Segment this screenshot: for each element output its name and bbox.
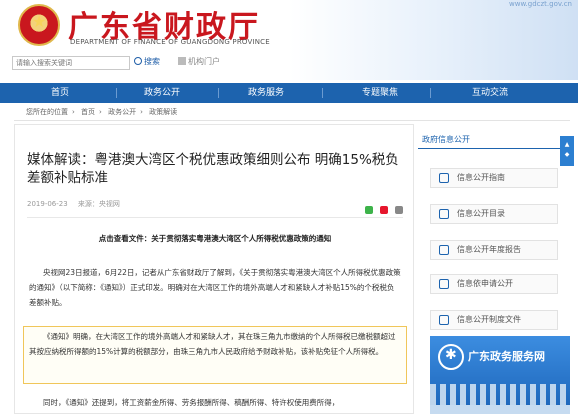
sidebar-item-application[interactable]: 信息依申请公开 xyxy=(430,274,558,294)
portal-icon xyxy=(178,57,186,65)
site-header: 广东省财政厅 DEPARTMENT OF FINANCE OF GUANGDON… xyxy=(0,0,578,80)
nav-home[interactable]: 首页 xyxy=(20,83,100,103)
sidebar-divider xyxy=(418,148,570,149)
nav-divider xyxy=(322,88,323,98)
nav-services[interactable]: 政务服务 xyxy=(226,83,306,103)
search-icon xyxy=(134,57,142,65)
form-icon xyxy=(439,279,449,289)
portal-label: 机构门户 xyxy=(188,57,220,66)
article-paragraph: 同时，《通知》还提到，将工资薪金所得、劳务报酬所得、稿酬所得、特许权使用费所得， xyxy=(43,398,340,407)
nav-topics[interactable]: 专题聚焦 xyxy=(340,83,420,103)
breadcrumb-current[interactable]: 政策解读 xyxy=(149,108,177,116)
article-title: 媒体解读：粤港澳大湾区个税优惠政策细则公布 明确15%税负差额补贴标准 xyxy=(27,152,399,186)
search-button[interactable]: 搜索 xyxy=(134,56,160,67)
print-icon[interactable] xyxy=(395,206,403,214)
site-subtitle: DEPARTMENT OF FINANCE OF GUANGDONG PROVI… xyxy=(70,38,270,46)
portal-link[interactable]: 机构门户 xyxy=(178,56,220,67)
sidebar-item-label: 信息依申请公开 xyxy=(457,279,513,288)
sidebar-item-label: 信息公开指南 xyxy=(457,173,505,182)
list-icon xyxy=(439,209,449,219)
article-source: 来源：央视网 xyxy=(77,200,120,208)
nav-interaction[interactable]: 互动交流 xyxy=(450,83,530,103)
document-icon xyxy=(439,173,449,183)
sidebar-item-regulations[interactable]: 信息公开制度文件 xyxy=(430,310,558,330)
breadcrumb-gov[interactable]: 政务公开 xyxy=(108,108,136,116)
article-paragraph-highlighted: 《通知》明确，在大湾区工作的境外高端人才和紧缺人才，其在珠三角九市缴纳的个人所得… xyxy=(29,332,396,356)
search-button-label: 搜索 xyxy=(144,57,160,66)
gov-service-banner[interactable]: 广东政务服务网 xyxy=(430,336,570,414)
weibo-share-icon[interactable] xyxy=(379,206,388,214)
share-buttons xyxy=(363,199,403,218)
national-emblem-icon xyxy=(18,4,60,46)
top-right-link[interactable]: www.gdczt.gov.cn xyxy=(509,0,572,8)
banner-title: 广东政务服务网 xyxy=(468,350,545,363)
nav-gov-affairs[interactable]: 政务公开 xyxy=(122,83,202,103)
main-nav: 首页 政务公开 政务服务 专题聚焦 互动交流 xyxy=(0,83,578,103)
sidebar-title: 政府信息公开 xyxy=(422,135,470,144)
service-logo-icon xyxy=(438,344,464,370)
breadcrumb-label: 您所在的位置 xyxy=(26,108,68,116)
city-skyline-image xyxy=(430,384,570,414)
file-icon xyxy=(439,315,449,325)
sidebar-item-label: 信息公开制度文件 xyxy=(457,315,521,324)
file-link[interactable]: 点击查看文件：关于贯彻落实粤港澳大湾区个人所得税优惠政策的通知 xyxy=(15,233,413,244)
sidebar-item-guide[interactable]: 信息公开指南 xyxy=(430,168,558,188)
sidebar-item-annual-report[interactable]: 信息公开年度报告 xyxy=(430,240,558,260)
sidebar: 政府信息公开 信息公开指南 信息公开目录 信息公开年度报告 信息依申请公开 信息… xyxy=(418,124,570,414)
nav-divider xyxy=(116,88,117,98)
article-meta: 2019-06-23 来源：央视网 xyxy=(27,199,120,209)
sidebar-item-label: 信息公开目录 xyxy=(457,209,505,218)
nav-divider xyxy=(430,88,431,98)
search-input[interactable] xyxy=(12,56,130,70)
sidebar-item-label: 信息公开年度报告 xyxy=(457,245,521,254)
wechat-share-icon[interactable] xyxy=(364,206,373,214)
article-date: 2019-06-23 xyxy=(27,200,68,208)
article-panel: 媒体解读：粤港澳大湾区个税优惠政策细则公布 明确15%税负差额补贴标准 2019… xyxy=(14,124,414,414)
divider xyxy=(14,120,570,121)
article-paragraph: 央视网23日报道，6月22日，记者从广东省财政厅了解到，《关于贯彻落实粤港澳大湾… xyxy=(29,268,401,307)
breadcrumb-home[interactable]: 首页 xyxy=(81,108,95,116)
breadcrumb: 您所在的位置 › 首页 › 政务公开 › 政策解读 xyxy=(26,108,178,116)
sidebar-item-catalog[interactable]: 信息公开目录 xyxy=(430,204,558,224)
article-divider xyxy=(27,217,403,218)
nav-divider xyxy=(218,88,219,98)
report-icon xyxy=(439,245,449,255)
float-toolbar[interactable]: ▲ ◆ xyxy=(560,136,574,166)
